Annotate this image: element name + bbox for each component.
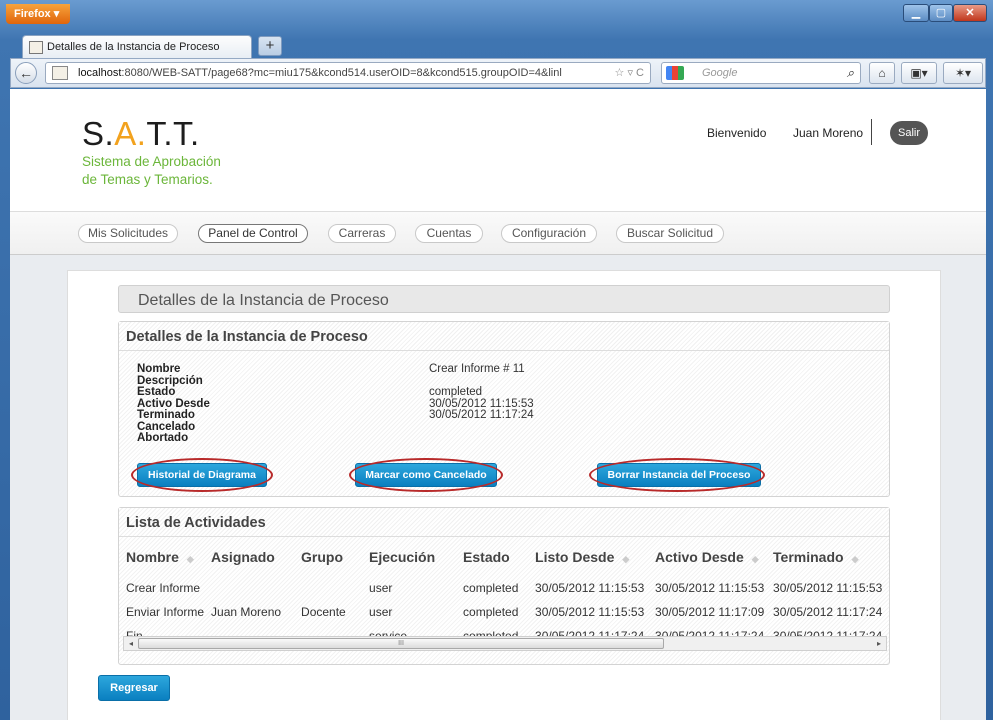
url-path: :8080/WEB-SATT/page68?mc=miu175&kcond514… (121, 67, 562, 79)
menu-buscar-solicitud[interactable]: Buscar Solicitud (616, 224, 724, 243)
details-panel: Detalles de la Instancia de Proceso Nomb… (118, 321, 890, 497)
site-header: S.A.T.T. Sistema de Aprobación de Temas … (10, 89, 986, 211)
site-favicon-icon (52, 66, 68, 80)
table-cell (204, 576, 294, 600)
logo-tt: T.T. (146, 115, 200, 152)
column-header[interactable]: Terminado ◆ (766, 538, 891, 576)
sort-icon: ◆ (751, 554, 759, 564)
column-header[interactable]: Estado (456, 538, 528, 576)
table-cell: user (369, 605, 393, 619)
activities-panel-title: Lista de Actividades (119, 508, 889, 537)
addon-icon[interactable]: ✶▾ (943, 62, 983, 84)
google-logo-icon (666, 66, 684, 80)
close-button[interactable]: ✕ (953, 4, 987, 22)
table-cell: 30/05/2012 11:17:24 (773, 605, 883, 619)
horizontal-scrollbar[interactable]: ◂ III ▸ (123, 636, 887, 651)
url-controls[interactable]: ☆ ▿ C (610, 66, 644, 79)
column-header[interactable]: Ejecución (362, 538, 456, 576)
main-menu: Mis Solicitudes Panel de Control Carrera… (10, 211, 986, 255)
search-input[interactable]: Google ⌕ (661, 62, 861, 84)
table-cell: 30/05/2012 11:17:09 (655, 605, 765, 619)
tagline-line-1: Sistema de Aprobación (82, 154, 221, 169)
column-header[interactable]: Activo Desde ◆ (648, 538, 766, 576)
page-favicon-icon (29, 41, 43, 54)
column-header[interactable]: Grupo (294, 538, 362, 576)
site-tagline: Sistema de Aprobación de Temas y Temario… (82, 153, 221, 189)
url-bar[interactable]: localhost:8080/WEB-SATT/page68?mc=miu175… (45, 62, 651, 84)
minimize-button[interactable]: ▁ (903, 4, 929, 22)
tagline-line-2: de Temas y Temarios. (82, 172, 213, 187)
column-header[interactable]: Asignado (204, 538, 294, 576)
menu-configuracion[interactable]: Configuración (501, 224, 597, 243)
back-arrow-icon[interactable]: ← (15, 62, 37, 84)
menu-mis-solicitudes[interactable]: Mis Solicitudes (78, 224, 178, 243)
site-logo[interactable]: S.A.T.T. (82, 115, 200, 153)
table-cell: completed (463, 605, 519, 619)
detail-value: Crear Informe # 11 (429, 363, 525, 375)
header-divider (871, 119, 872, 145)
column-header[interactable]: Listo Desde ◆ (528, 538, 648, 576)
search-placeholder: Google (702, 67, 738, 79)
user-name: Juan Moreno (793, 126, 864, 140)
tab-title: Detalles de la Instancia de Proceso (47, 41, 220, 53)
sort-icon: ◆ (851, 554, 859, 564)
sort-icon: ◆ (186, 554, 194, 564)
maximize-button[interactable]: ▢ (929, 4, 953, 22)
logo-a: A. (114, 115, 147, 152)
page-viewport: S.A.T.T. Sistema de Aprobación de Temas … (10, 89, 986, 720)
sort-icon: ◆ (622, 554, 630, 564)
detail-label: Nombre (137, 363, 181, 375)
magnifier-icon[interactable]: ⌕ (847, 65, 854, 81)
table-cell: Juan Moreno (211, 605, 282, 619)
bookmarks-icon[interactable]: ▣▾ (901, 62, 937, 84)
details-panel-title: Detalles de la Instancia de Proceso (119, 322, 889, 351)
back-button[interactable]: Regresar (98, 675, 170, 701)
table-cell (294, 576, 362, 600)
table-row[interactable]: Enviar Informe Juan Moreno Docente user comp… (119, 600, 891, 624)
scroll-left-icon[interactable]: ◂ (124, 637, 138, 650)
table-cell: Docente (301, 605, 346, 619)
detail-value: completed (429, 386, 483, 398)
detail-label: Estado (137, 386, 176, 398)
activities-table: Nombre ◆ Asignado Grupo Ejecución Estado … (119, 538, 891, 648)
history-diagram-button[interactable]: Historial de Diagrama (137, 463, 267, 487)
logout-button[interactable]: Salir (890, 121, 928, 145)
menu-cuentas[interactable]: Cuentas (415, 224, 483, 243)
delete-instance-button[interactable]: Borrar Instancia del Proceso (597, 463, 761, 487)
column-header[interactable]: Nombre ◆ (119, 538, 204, 576)
welcome-text: Bienvenido (707, 126, 767, 140)
table-cell: 30/05/2012 11:15:53 (655, 581, 765, 595)
menu-carreras[interactable]: Carreras (328, 224, 396, 243)
table-cell: user (369, 581, 393, 595)
page-title: Detalles de la Instancia de Proceso (118, 285, 890, 313)
table-cell: 30/05/2012 11:15:53 (535, 605, 645, 619)
firefox-menu-button[interactable]: Firefox ▾ (6, 4, 70, 24)
detail-label: Abortado (137, 432, 189, 444)
home-icon[interactable]: ⌂ (869, 62, 895, 84)
table-cell: 30/05/2012 11:15:53 (773, 581, 883, 595)
logo-s: S. (82, 115, 115, 152)
mark-cancelled-button[interactable]: Marcar como Cancelado (355, 463, 497, 487)
scroll-thumb[interactable]: III (138, 638, 664, 649)
navigation-toolbar: ← localhost:8080/WEB-SATT/page68?mc=miu1… (10, 58, 986, 88)
menu-panel-de-control[interactable]: Panel de Control (198, 224, 308, 243)
main-content: Detalles de la Instancia de Proceso Deta… (67, 270, 941, 720)
table-row[interactable]: Crear Informe user completed 30/05/2012 11:… (119, 576, 891, 600)
url-host: localhost (78, 67, 122, 79)
scroll-right-icon[interactable]: ▸ (872, 637, 886, 650)
table-cell: 30/05/2012 11:15:53 (535, 581, 645, 595)
activities-panel: Lista de Actividades Nombre ◆ Asignado Gr… (118, 507, 890, 665)
table-cell: Enviar Informe (126, 605, 205, 619)
detail-label: Terminado (137, 409, 195, 421)
detail-value: 30/05/2012 11:17:24 (429, 409, 534, 421)
browser-tab[interactable]: Detalles de la Instancia de Proceso (22, 35, 252, 59)
table-cell: completed (463, 581, 519, 595)
new-tab-button[interactable]: + (258, 36, 282, 56)
table-cell: Crear Informe (126, 581, 201, 595)
